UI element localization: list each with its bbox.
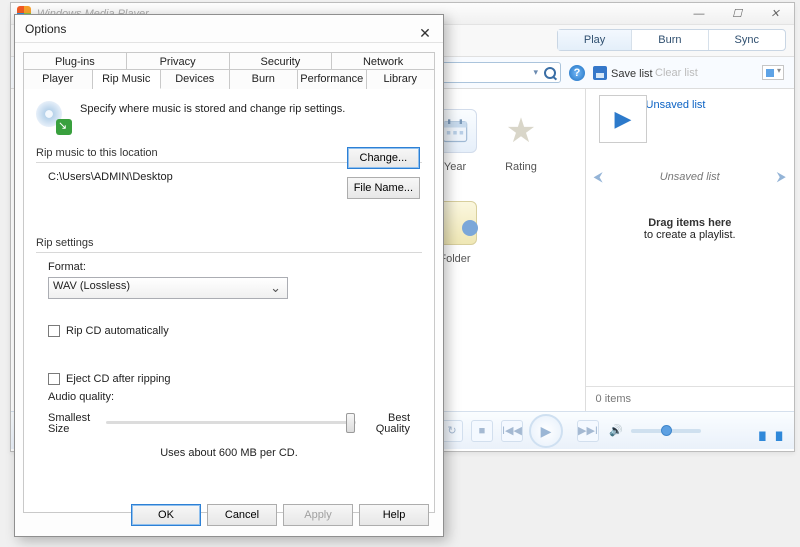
rip-auto-label: Rip CD automatically [66, 325, 169, 337]
apply-button[interactable]: Apply [283, 504, 353, 526]
playlist-nav-title: Unsaved list [660, 171, 720, 183]
prev-playlist-icon[interactable]: ⮜ [594, 169, 603, 185]
tab-play[interactable]: Play [558, 30, 632, 50]
tab-sync[interactable]: Sync [709, 30, 785, 50]
help-icon[interactable]: ? [569, 65, 585, 81]
volume-knob[interactable] [661, 425, 672, 436]
search-icon [544, 67, 556, 79]
rip-cd-icon [36, 99, 70, 133]
slider-track[interactable] [106, 421, 356, 424]
next-track-button[interactable]: ▶▶I [577, 420, 599, 442]
clear-list-button[interactable]: Clear list [655, 67, 698, 79]
list-options-button[interactable] [762, 65, 784, 80]
audio-quality-slider[interactable]: SmallestSize BestQuality [48, 405, 410, 433]
rip-music-panel: Specify where music is stored and change… [23, 88, 435, 513]
checkbox-icon [48, 373, 60, 385]
tab-player[interactable]: Player [23, 69, 93, 89]
ok-button[interactable]: OK [131, 504, 201, 526]
save-list-label: Save list [611, 68, 653, 80]
library-tile-folder-label: Folder [439, 253, 470, 265]
save-list-button[interactable]: Save list [593, 66, 653, 80]
playlist-item-count: 0 items [586, 386, 794, 411]
dialog-titlebar: Options ✕ [15, 15, 443, 43]
slider-label-max: BestQuality [366, 413, 410, 435]
window-controls: — ☐ ✕ [680, 3, 794, 25]
settings-group-label: Rip settings [36, 237, 422, 249]
slider-knob[interactable] [346, 413, 355, 433]
audio-quality-label: Audio quality: [48, 391, 422, 403]
star-icon [499, 109, 543, 153]
minimize-button[interactable]: — [680, 3, 718, 25]
dialog-close-button[interactable]: ✕ [413, 19, 437, 37]
volume-icon[interactable]: 🔊 [609, 424, 623, 438]
library-tile-rating[interactable]: Rating [493, 109, 549, 173]
play-button[interactable]: ▶ [529, 414, 563, 448]
library-tile-year-label: Year [444, 161, 466, 173]
tab-burn[interactable]: Burn [230, 69, 299, 89]
search-input[interactable]: ▾ [441, 62, 561, 83]
change-location-button[interactable]: Change... [347, 147, 420, 169]
file-name-button[interactable]: File Name... [347, 177, 420, 199]
maximize-button[interactable]: ☐ [718, 3, 756, 25]
format-label: Format: [48, 261, 422, 273]
eject-cd-checkbox[interactable]: Eject CD after ripping [48, 373, 422, 385]
switch-view-button[interactable]: ▖▗ [759, 422, 780, 442]
stop-button[interactable]: ■ [471, 420, 493, 442]
playlist-nav: ⮜ Unsaved list ⮞ [586, 165, 794, 189]
eject-cd-label: Eject CD after ripping [66, 373, 171, 385]
tab-rip-music[interactable]: Rip Music [93, 69, 162, 89]
tab-performance[interactable]: Performance [298, 69, 367, 89]
drop-hint-line2: to create a playlist. [644, 229, 736, 241]
panel-header: Specify where music is stored and change… [36, 99, 422, 133]
playlist-drop-hint: Drag items here to create a playlist. [586, 217, 794, 241]
library-tile-rating-label: Rating [505, 161, 537, 173]
search-dropdown-icon[interactable]: ▾ [533, 67, 538, 78]
checkbox-icon [48, 325, 60, 337]
drop-hint-line1: Drag items here [586, 217, 794, 229]
dialog-buttons: OK Cancel Apply Help [131, 504, 429, 526]
tab-burn[interactable]: Burn [632, 30, 708, 50]
playlist-thumbnail[interactable] [599, 95, 647, 143]
close-button[interactable]: ✕ [756, 3, 794, 25]
next-playlist-icon[interactable]: ⮞ [777, 169, 786, 185]
wmp-mode-tabs: Play Burn Sync [557, 29, 786, 51]
format-select[interactable]: WAV (Lossless) [48, 277, 288, 299]
cancel-button[interactable]: Cancel [207, 504, 277, 526]
panel-intro: Specify where music is stored and change… [80, 99, 345, 133]
prev-track-button[interactable]: I◀◀ [501, 420, 523, 442]
tab-library[interactable]: Library [367, 69, 436, 89]
volume-slider[interactable] [631, 429, 701, 433]
storage-estimate: Uses about 600 MB per CD. [36, 447, 422, 459]
options-dialog: Options ✕ Plug-ins Privacy Security Netw… [14, 14, 444, 537]
repeat-button[interactable]: ↻ [441, 420, 463, 442]
options-tabs: Plug-ins Privacy Security Network Player… [23, 49, 435, 88]
dialog-title: Options [25, 22, 66, 36]
help-button[interactable]: Help [359, 504, 429, 526]
save-icon [593, 66, 607, 80]
divider [36, 252, 422, 253]
slider-label-min: SmallestSize [48, 413, 98, 435]
format-value: WAV (Lossless) [53, 280, 130, 292]
tab-devices[interactable]: Devices [161, 69, 230, 89]
rip-auto-checkbox[interactable]: Rip CD automatically [48, 325, 422, 337]
